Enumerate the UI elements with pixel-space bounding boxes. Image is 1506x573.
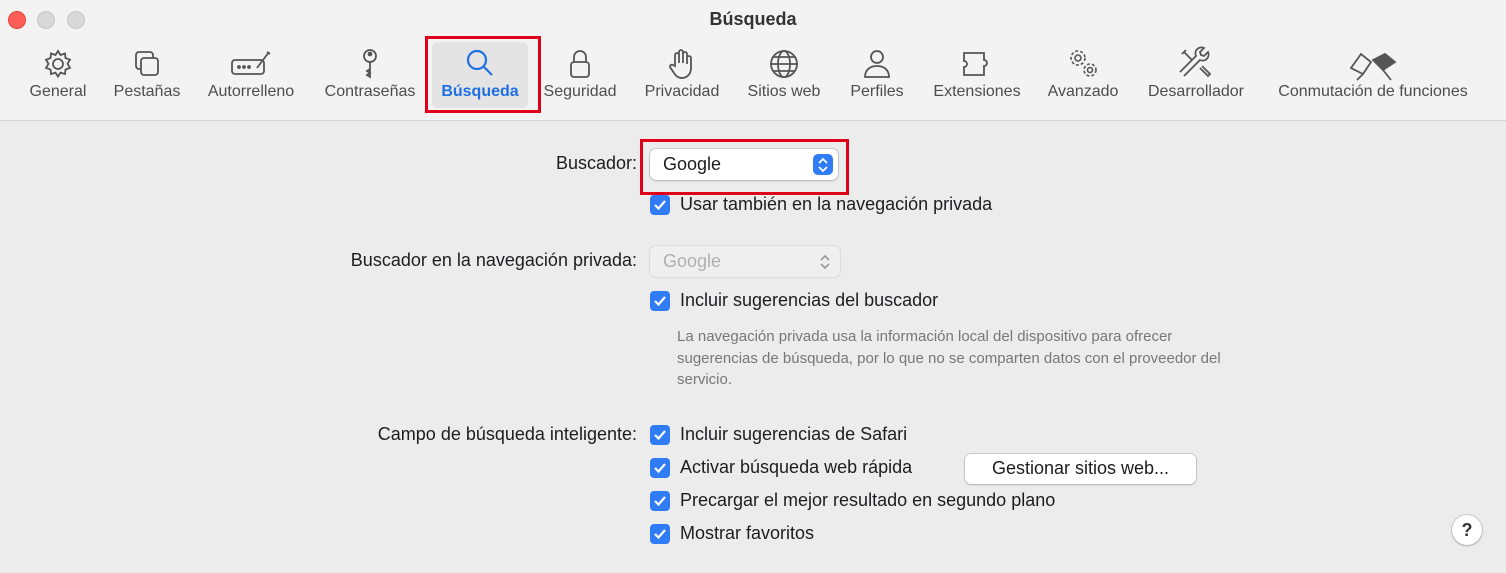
tab-privacidad[interactable]: Privacidad [645,42,719,108]
tab-conmutacion-funciones[interactable]: Conmutación de funciones [1276,42,1470,108]
private-engine-value: Google [663,251,722,271]
tab-label: Perfiles [850,83,904,100]
person-icon [864,50,890,78]
tab-label: Extensiones [933,83,1021,100]
tab-avanzado[interactable]: Avanzado [1048,42,1118,108]
engine-value: Google [663,154,722,174]
flags-icon [1349,52,1397,81]
tab-label: Pestañas [113,83,181,100]
tab-extensiones[interactable]: Extensiones [933,42,1021,108]
tab-pestanas[interactable]: Pestañas [112,42,182,108]
checkmark-icon [654,463,666,474]
checkmark-icon [654,496,666,507]
preload-checkbox[interactable] [650,491,670,511]
tab-contrasenas[interactable]: Contraseñas [325,42,415,108]
use-private-label: Usar también en la navegación privada [680,194,993,214]
globe-icon [770,50,798,78]
private-engine-label: Buscador en la navegación privada: [350,250,637,270]
tab-label: Seguridad [543,83,617,100]
show-favorites-label: Mostrar favoritos [680,523,815,543]
tab-autorrelleno[interactable]: Autorrelleno [207,42,295,108]
tools-icon [1179,46,1212,78]
autofill-icon [231,51,271,75]
quick-search-checkbox[interactable] [650,458,670,478]
chevron-updown-icon [813,154,833,175]
checkmark-icon [654,430,666,441]
tab-sitios-web[interactable]: Sitios web [748,42,820,108]
tab-label: General [29,83,87,100]
safari-suggestions-checkbox[interactable] [650,425,670,445]
puzzle-icon [963,52,988,76]
safari-suggestions-label: Incluir sugerencias de Safari [680,424,908,444]
lock-icon [570,50,590,78]
tab-general[interactable]: General [23,42,93,108]
privacy-note: La navegación privada usa la información… [677,328,1221,388]
include-suggestions-label: Incluir sugerencias del buscador [680,290,939,310]
include-suggestions-checkbox[interactable] [650,291,670,311]
engine-popup[interactable]: Google [650,149,838,180]
tab-label: Sitios web [747,83,821,100]
tabs-icon [135,51,159,76]
show-favorites-checkbox[interactable] [650,524,670,544]
manage-sites-button[interactable]: Gestionar sitios web... [965,454,1196,484]
window-title: Búsqueda [709,9,797,29]
checkmark-icon [654,529,666,540]
help-button[interactable]: ? [1452,515,1482,545]
smart-field-label: Campo de búsqueda inteligente: [377,424,637,444]
search-icon [466,49,493,76]
tab-label: Privacidad [644,83,720,100]
tab-busqueda[interactable]: Búsqueda [432,42,528,108]
quick-search-label: Activar búsqueda web rápida [680,457,913,477]
engine-label: Buscador: [555,153,637,173]
tab-label: Búsqueda [441,83,519,100]
tab-label: Avanzado [1047,83,1119,100]
gears-icon [1070,50,1097,77]
tab-seguridad[interactable]: Seguridad [544,42,616,108]
hand-icon [669,49,692,79]
toolbar: Búsqueda General Pestañas Autorrelleno C… [0,0,1506,121]
preload-label: Precargar el mejor resultado en segundo … [680,490,1056,510]
key-icon [363,49,377,79]
tab-label: Autorrelleno [207,83,295,100]
gear-icon [44,49,72,79]
tab-label: Desarrollador [1147,83,1245,100]
tab-perfiles[interactable]: Perfiles [842,42,912,108]
checkmark-icon [654,200,666,211]
tab-label: Conmutación de funciones [1278,83,1468,100]
private-engine-popup[interactable]: Google [650,246,840,277]
use-private-checkbox[interactable] [650,195,670,215]
checkmark-icon [654,296,666,307]
settings-window: Búsqueda General Pestañas Autorrelleno C… [0,0,1506,573]
tab-label: Contraseñas [324,83,416,100]
chevron-updown-icon [815,251,835,272]
tab-desarrollador[interactable]: Desarrollador [1148,42,1244,108]
